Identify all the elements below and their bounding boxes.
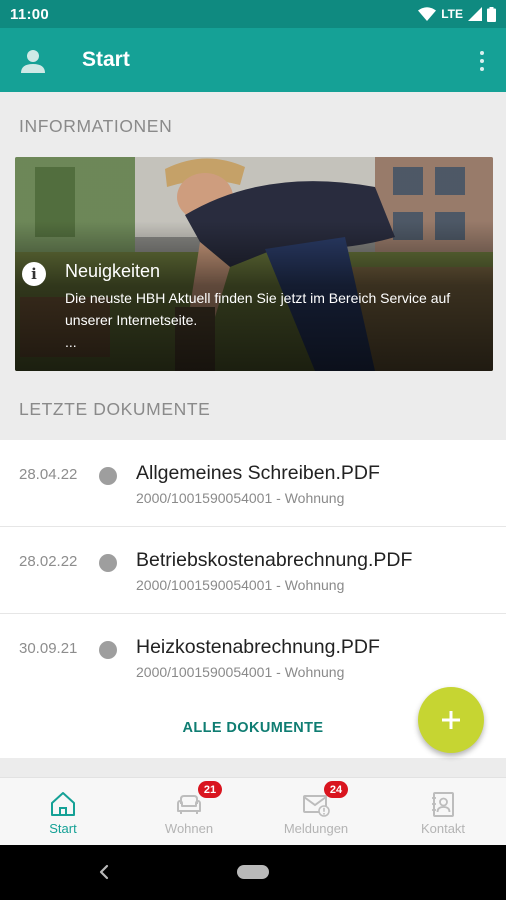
document-meta: 2000/1001590054001 - Wohnung [136,490,345,506]
section-header-informationen: INFORMATIONEN [19,116,173,136]
more-vert-icon[interactable] [472,47,492,75]
document-meta: 2000/1001590054001 - Wohnung [136,664,345,680]
meldungen-badge: 24 [324,781,348,798]
signal-icon [468,7,482,21]
document-date: 30.09.21 [19,640,78,657]
nav-label: Wohnen [164,821,214,836]
back-icon[interactable] [94,860,114,884]
unread-dot-icon [99,641,117,659]
news-card[interactable]: i Neuigkeiten Die neuste HBH Aktuell fin… [15,157,493,371]
nav-label: Meldungen [283,821,349,836]
network-type: LTE [441,7,463,21]
contact-book-icon [432,792,454,817]
info-icon: i [22,262,46,286]
nav-item-wohnen[interactable]: 21 Wohnen [126,778,252,846]
unread-dot-icon [99,467,117,485]
wohnen-badge: 21 [198,781,222,798]
add-button[interactable] [418,687,484,753]
app-bar: Start [0,28,506,92]
document-meta: 2000/1001590054001 - Wohnung [136,577,345,593]
add-icon [442,711,460,729]
page-title: Start [82,48,130,71]
account-icon[interactable] [20,48,46,74]
nav-label: Kontakt [420,821,466,836]
home-pill-button[interactable] [237,865,269,879]
home-icon [51,792,75,816]
status-time: 11:00 [10,5,50,23]
bottom-navigation: Start 21 Wohnen 24 Meldungen Kontakt [0,777,506,845]
nav-item-kontakt[interactable]: Kontakt [380,778,506,846]
document-date: 28.04.22 [19,466,78,483]
document-row[interactable]: 28.04.22 Allgemeines Schreiben.PDF 2000/… [0,440,506,527]
unread-dot-icon [99,554,117,572]
system-navigation-bar [0,845,506,900]
news-ellipsis: ... [65,334,77,350]
document-row[interactable]: 28.02.22 Betriebskostenabrechnung.PDF 20… [0,527,506,614]
status-bar: 11:00 LTE [0,0,506,28]
news-title: Neuigkeiten [65,261,161,281]
document-row[interactable]: 30.09.21 Heizkostenabrechnung.PDF 2000/1… [0,614,506,701]
nav-label: Start [49,821,77,836]
news-text: Die neuste HBH Aktuell finden Sie jetzt … [65,290,451,328]
wifi-icon [418,7,437,21]
nav-item-meldungen[interactable]: 24 Meldungen [253,778,379,846]
document-name: Heizkostenabrechnung.PDF [136,636,380,658]
document-name: Allgemeines Schreiben.PDF [136,462,380,484]
section-header-documents: LETZTE DOKUMENTE [19,399,211,419]
nav-item-start[interactable]: Start [0,778,126,846]
document-date: 28.02.22 [19,553,78,570]
status-icons: LTE [418,6,496,22]
document-name: Betriebskostenabrechnung.PDF [136,549,413,571]
battery-icon [487,6,496,22]
